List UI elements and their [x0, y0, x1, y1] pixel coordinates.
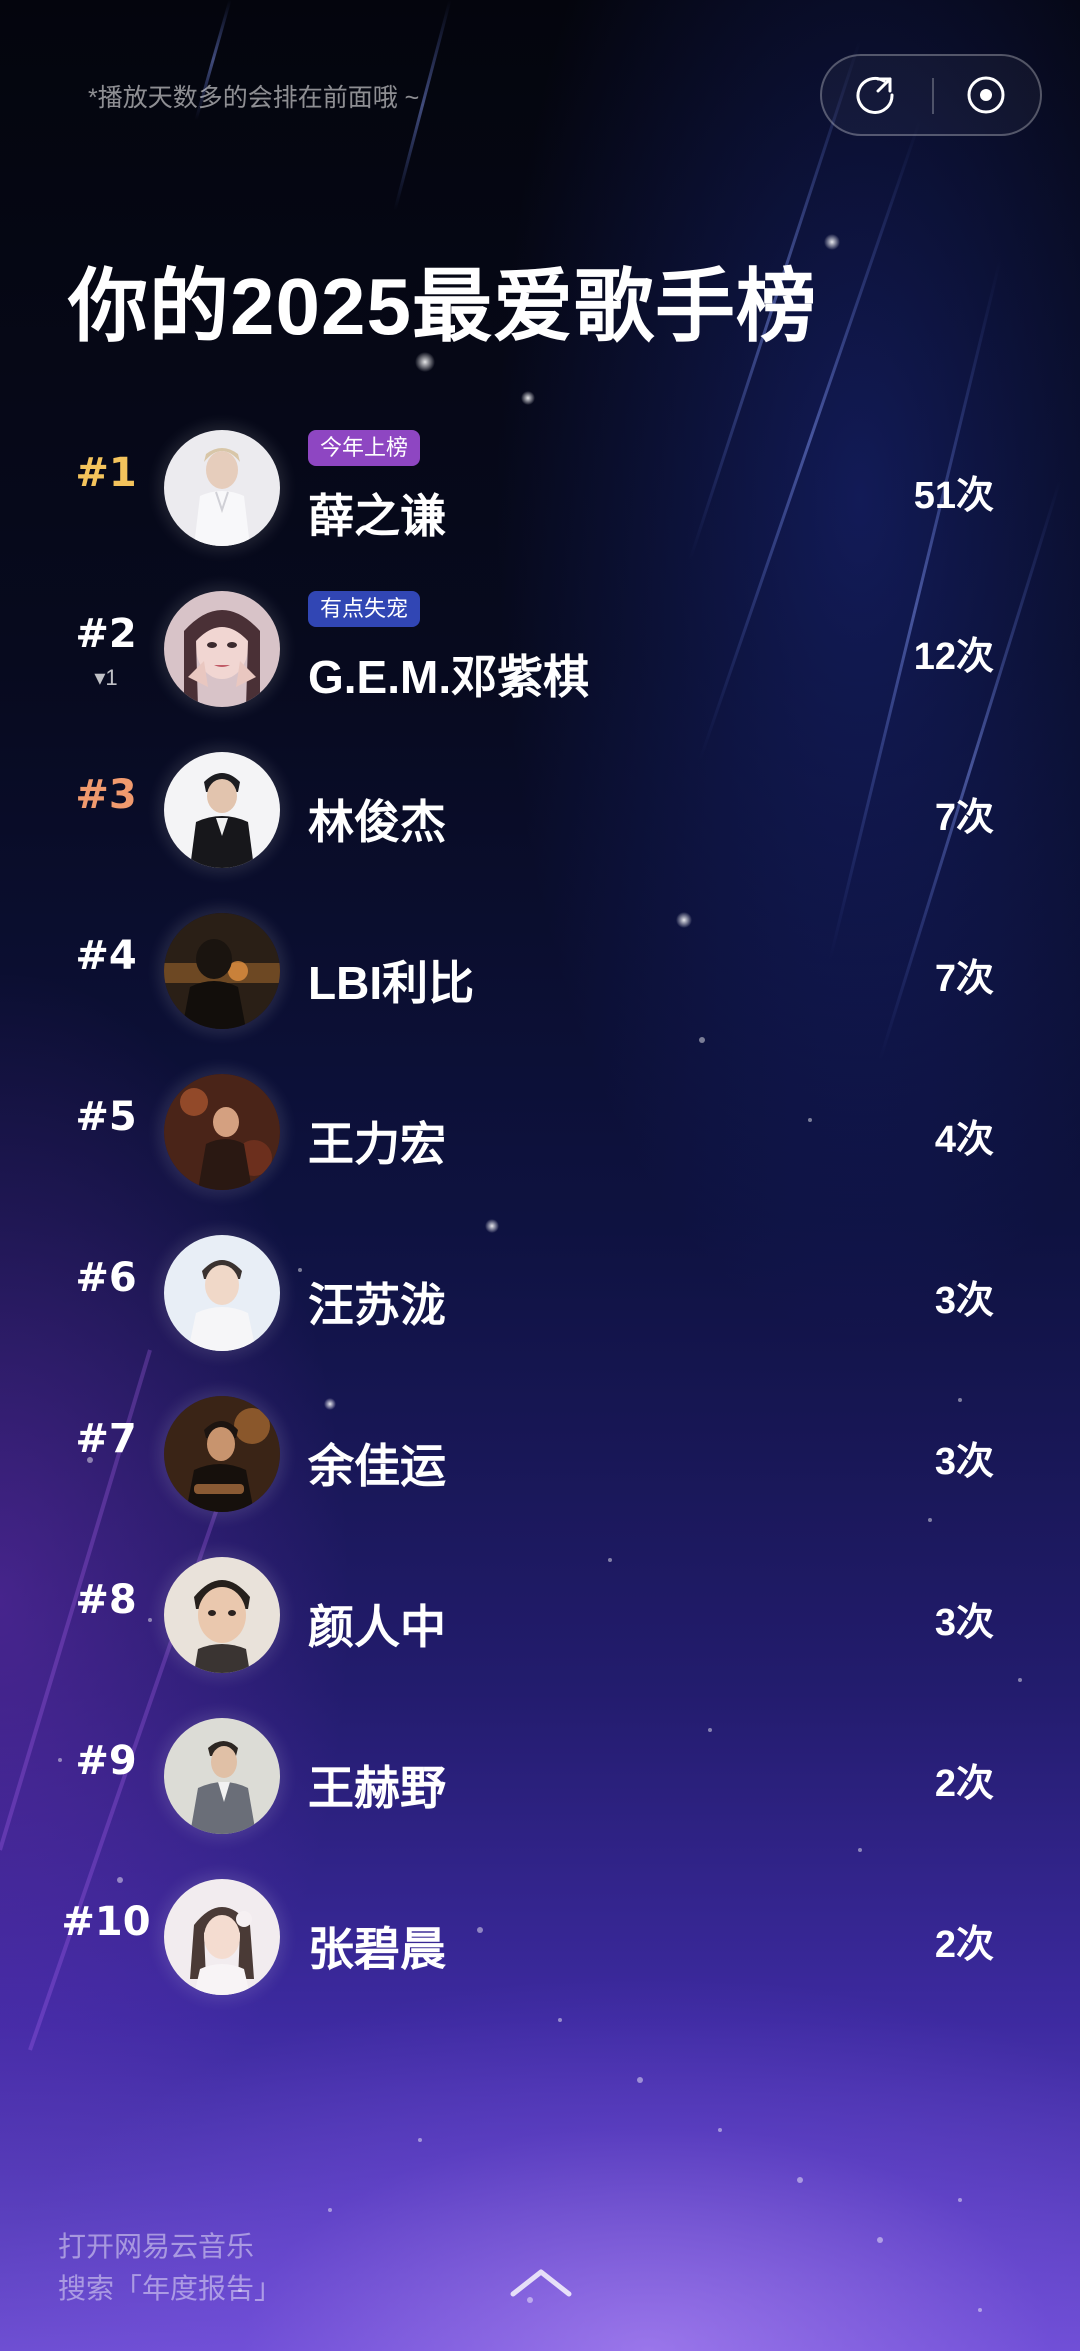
- artist-name: 王赫野: [308, 1762, 446, 1814]
- rank-tag: 有点失宠: [308, 591, 421, 627]
- avatar: [164, 1396, 280, 1512]
- rank-number: #9: [75, 1738, 137, 1784]
- ranking-row-7[interactable]: #7 余佳运 3次: [0, 1386, 1080, 1536]
- ranking-row-8[interactable]: #8 颜人中 3次: [0, 1547, 1080, 1697]
- rank-number: #5: [75, 1094, 137, 1140]
- avatar: [164, 1879, 280, 1995]
- avatar: [164, 591, 280, 707]
- artist-name: 颜人中: [308, 1601, 446, 1653]
- artist-name: 王力宏: [308, 1118, 446, 1170]
- play-count: 3次: [934, 1602, 994, 1644]
- ranking-row-10[interactable]: #10 张碧晨 2次: [0, 1869, 1080, 2019]
- share-icon: [856, 76, 894, 114]
- rank-change-indicator: ▾1: [94, 665, 118, 690]
- avatar: [164, 1557, 280, 1673]
- chevron-up-icon: [510, 2269, 572, 2297]
- artist-name: LBI利比: [308, 957, 475, 1009]
- play-count: 12次: [913, 636, 994, 678]
- record-icon: [967, 76, 1005, 114]
- page-title: 你的2025最爱歌手榜: [68, 262, 817, 351]
- rank-number: #1: [75, 450, 137, 496]
- rank-number: #4: [75, 933, 137, 979]
- ranking-row-1[interactable]: #1 今年上榜 薛之谦 51次: [0, 420, 1080, 570]
- rank-number: #10: [61, 1899, 151, 1945]
- artist-name: G.E.M.邓紫棋: [308, 651, 590, 703]
- avatar: [164, 752, 280, 868]
- footer-line-2: 搜索「年度报告」: [58, 2273, 283, 2304]
- play-count: 3次: [934, 1280, 994, 1322]
- rank-number: #2: [75, 611, 137, 657]
- action-button-group: [820, 54, 1042, 136]
- artist-name: 张碧晨: [308, 1923, 446, 1975]
- rank-number: #3: [75, 772, 137, 818]
- ranking-row-6[interactable]: #6 汪苏泷 3次: [0, 1225, 1080, 1375]
- play-count: 4次: [934, 1119, 994, 1161]
- ranking-row-5[interactable]: #5 王力宏 4次: [0, 1064, 1080, 1214]
- artist-name: 汪苏泷: [308, 1279, 446, 1331]
- artist-name: 余佳运: [308, 1440, 446, 1492]
- avatar: [164, 430, 280, 546]
- play-count: 3次: [934, 1441, 994, 1483]
- rank-tag: 今年上榜: [308, 430, 421, 466]
- play-count: 7次: [934, 958, 994, 1000]
- rank-number: #8: [75, 1577, 137, 1623]
- avatar: [164, 1074, 280, 1190]
- play-count: 2次: [934, 1763, 994, 1805]
- footer-line-1: 打开网易云音乐: [58, 2231, 255, 2262]
- annual-report-screen: *播放天数多的会排在前面哦 ~ 你的2025最爱歌手榜 #1 今年上榜 薛之谦 …: [0, 0, 1080, 2351]
- rank-number: #6: [75, 1255, 137, 1301]
- avatar: [164, 1718, 280, 1834]
- swipe-up-button[interactable]: [505, 2262, 577, 2302]
- ranking-row-9[interactable]: #9 王赫野 2次: [0, 1708, 1080, 1858]
- play-count: 2次: [934, 1924, 994, 1966]
- ranking-row-2[interactable]: #2 ▾1 有点失宠 G.E.M.邓紫棋 12次: [0, 581, 1080, 731]
- avatar: [164, 1235, 280, 1351]
- artist-name: 薛之谦: [308, 490, 446, 542]
- play-count: 7次: [934, 797, 994, 839]
- record-button[interactable]: [932, 56, 1040, 134]
- ranking-row-3[interactable]: #3 林俊杰 7次: [0, 742, 1080, 892]
- share-button[interactable]: [822, 56, 930, 134]
- rank-number: #7: [75, 1416, 137, 1462]
- footer-hint: 打开网易云音乐 搜索「年度报告」: [58, 2226, 282, 2310]
- avatar: [164, 913, 280, 1029]
- sort-hint-text: *播放天数多的会排在前面哦 ~: [88, 84, 420, 112]
- ranking-row-4[interactable]: #4 LBI利比 7次: [0, 903, 1080, 1053]
- artist-name: 林俊杰: [308, 796, 446, 848]
- play-count: 51次: [913, 475, 994, 517]
